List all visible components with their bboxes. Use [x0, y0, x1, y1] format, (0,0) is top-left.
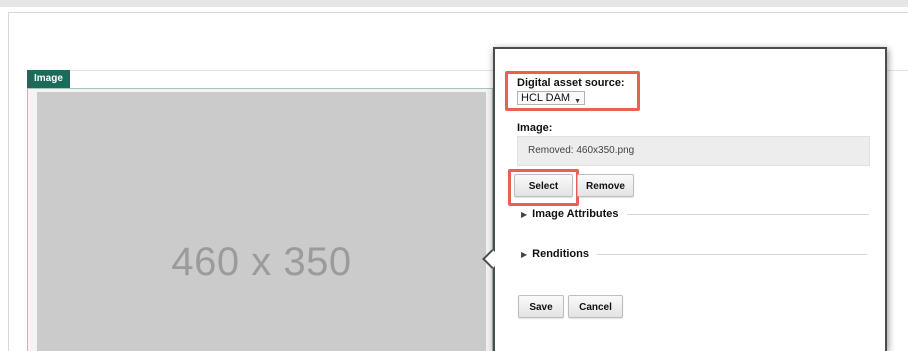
image-placeholder[interactable]: 460 x 350	[37, 92, 486, 351]
digital-asset-source-value: HCL DAM	[521, 92, 571, 104]
save-button[interactable]: Save	[518, 295, 564, 318]
image-field-label: Image:	[517, 122, 553, 134]
placeholder-dimensions-text: 460 x 350	[171, 240, 352, 284]
chevron-down-icon: ▼	[574, 98, 581, 105]
image-field-value: Removed: 460x350.png	[517, 136, 870, 166]
renditions-title[interactable]: Renditions	[532, 248, 589, 260]
section-divider	[597, 253, 867, 255]
image-attributes-title[interactable]: Image Attributes	[532, 208, 618, 220]
cancel-button[interactable]: Cancel	[568, 295, 623, 318]
expand-triangle-icon: ▶	[521, 209, 528, 219]
top-band	[0, 0, 908, 7]
image-attributes-section[interactable]: ▶ Image Attributes	[521, 206, 869, 222]
digital-asset-source-select[interactable]: HCL DAM ▼	[517, 91, 585, 105]
section-divider	[626, 213, 869, 215]
expand-triangle-icon: ▶	[521, 249, 528, 259]
renditions-section[interactable]: ▶ Renditions	[521, 246, 867, 262]
image-component-tag[interactable]: Image	[27, 70, 70, 88]
remove-button[interactable]: Remove	[577, 174, 634, 197]
select-button[interactable]: Select	[514, 174, 573, 197]
digital-asset-source-label: Digital asset source:	[517, 77, 625, 89]
